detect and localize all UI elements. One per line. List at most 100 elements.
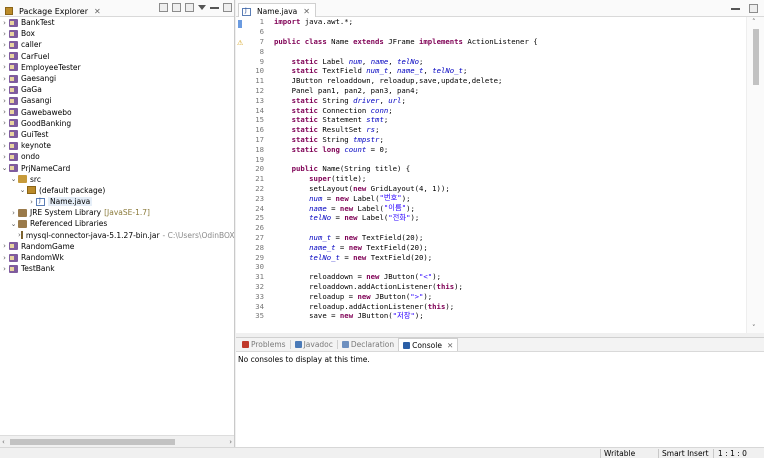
tree-item-banktest[interactable]: › BankTest — [0, 17, 234, 28]
tree-item-randomgame[interactable]: › RandomGame — [0, 241, 234, 252]
code-line[interactable]: 30 — [250, 262, 746, 272]
maximize-icon[interactable] — [223, 3, 232, 12]
code-line[interactable]: 9 static Label num, name, telNo; — [250, 56, 746, 66]
scroll-up-icon[interactable]: ˄ — [752, 18, 756, 26]
minimize-icon[interactable] — [210, 3, 219, 9]
code-line[interactable]: 12 Panel pan1, pan2, pan3, pan4; — [250, 86, 746, 96]
tree-item-carfuel[interactable]: › CarFuel — [0, 51, 234, 62]
code-line[interactable]: 17 static String tmpstr; — [250, 135, 746, 145]
code-line[interactable]: 24 name = new Label("이름"); — [250, 203, 746, 213]
tab-problems[interactable]: Problems — [238, 338, 290, 351]
code-line[interactable]: 15 static Statement stmt; — [250, 115, 746, 125]
minimize-icon[interactable] — [731, 4, 740, 10]
code-line[interactable]: 16 static ResultSet rs; — [250, 125, 746, 135]
chevron-right-icon[interactable]: › — [0, 242, 9, 250]
tab-console[interactable]: Console ✕ — [398, 338, 459, 351]
code-line[interactable]: 28 name_t = new TextField(20); — [250, 242, 746, 252]
code-line[interactable]: 14 static Connection conn; — [250, 105, 746, 115]
chevron-right-icon[interactable]: › — [0, 119, 9, 127]
code-line[interactable]: 34 reloadup.addActionListener(this); — [250, 301, 746, 311]
tree-item-referenced-libraries[interactable]: ⌄ Referenced Libraries — [0, 218, 234, 229]
tree-item-gawebawebo[interactable]: › Gawebawebo — [0, 107, 234, 118]
chevron-right-icon[interactable]: › — [0, 30, 9, 38]
tree-item-jre-library[interactable]: › JRE System Library [JavaSE-1.7] — [0, 207, 234, 218]
chevron-right-icon[interactable]: › — [0, 86, 9, 94]
horizontal-scrollbar[interactable]: ‹ › — [0, 435, 234, 447]
chevron-right-icon[interactable]: › — [0, 265, 9, 273]
scrollbar-thumb[interactable] — [753, 29, 759, 85]
code-line[interactable]: 8 — [250, 46, 746, 56]
scroll-right-icon[interactable]: › — [229, 438, 232, 446]
bookmark-marker[interactable] — [238, 20, 242, 28]
tree-item-name-java[interactable]: › Name.java — [0, 196, 234, 207]
scroll-left-icon[interactable]: ‹ — [2, 438, 5, 446]
tree-item-box[interactable]: › Box — [0, 28, 234, 39]
chevron-right-icon[interactable]: › — [0, 142, 9, 150]
code-line[interactable]: 22 setLayout(new GridLayout(4, 1)); — [250, 184, 746, 194]
editor-tab-name-java[interactable]: Name.java ✕ — [238, 3, 316, 17]
vertical-scrollbar[interactable]: ˄ ˅ — [746, 17, 764, 333]
chevron-right-icon[interactable]: › — [0, 254, 9, 262]
chevron-right-icon[interactable]: › — [27, 198, 36, 206]
tab-declaration[interactable]: Declaration — [338, 338, 398, 351]
code-line[interactable]: 25 telNo = new Label("전화"); — [250, 213, 746, 223]
code-line[interactable]: 27 num_t = new TextField(20); — [250, 233, 746, 243]
chevron-right-icon[interactable]: › — [0, 153, 9, 161]
code-line[interactable]: 26 — [250, 223, 746, 233]
link-with-editor-icon[interactable] — [172, 3, 181, 12]
focus-icon[interactable] — [185, 3, 194, 12]
chevron-right-icon[interactable]: › — [0, 63, 9, 71]
code-line[interactable]: 6 — [250, 27, 746, 37]
chevron-right-icon[interactable]: › — [0, 130, 9, 138]
chevron-right-icon[interactable]: › — [0, 52, 9, 60]
code-area[interactable]: 1 import java.awt.*; 6 7 public class Name e… — [250, 17, 746, 333]
package-explorer-tab[interactable]: Package Explorer ✕ — [2, 3, 106, 17]
tree-item-gaesangi[interactable]: › Gaesangi — [0, 73, 234, 84]
tree-item-gasangi[interactable]: › Gasangi — [0, 95, 234, 106]
tree-item-default-package[interactable]: ⌄ (default package) — [0, 185, 234, 196]
chevron-right-icon[interactable]: › — [0, 108, 9, 116]
code-line[interactable]: 31 reloaddown = new JButton("<"); — [250, 272, 746, 282]
tab-javadoc[interactable]: Javadoc — [291, 338, 337, 351]
scrollbar-thumb[interactable] — [10, 439, 175, 445]
code-line[interactable]: 19 — [250, 154, 746, 164]
scroll-down-icon[interactable]: ˅ — [752, 324, 756, 332]
tree-item-goodbanking[interactable]: › GoodBanking — [0, 118, 234, 129]
tree-item-src[interactable]: ⌄ src — [0, 174, 234, 185]
code-line[interactable]: 32 reloaddown.addActionListener(this); — [250, 282, 746, 292]
chevron-right-icon[interactable]: › — [0, 41, 9, 49]
maximize-icon[interactable] — [749, 4, 758, 13]
close-icon[interactable]: ✕ — [303, 7, 310, 16]
editor-ruler[interactable]: ⚠ — [236, 17, 250, 333]
code-line[interactable]: 33 reloadup = new JButton(">"); — [250, 291, 746, 301]
code-line[interactable]: 18 static long count = 0; — [250, 144, 746, 154]
collapse-all-icon[interactable] — [159, 3, 168, 12]
chevron-down-icon[interactable]: ⌄ — [0, 164, 9, 172]
warning-icon[interactable]: ⚠ — [237, 39, 243, 47]
chevron-right-icon[interactable]: › — [9, 209, 18, 217]
code-line[interactable]: 1 import java.awt.*; — [250, 17, 746, 27]
tree-item-employeetester[interactable]: › EmployeeTester — [0, 62, 234, 73]
tree-item-mysql-jar[interactable]: › mysql-connector-java-5.1.27-bin.jar - C:… — [0, 230, 234, 241]
chevron-right-icon[interactable]: › — [0, 19, 9, 27]
tree-item-prjnamecard[interactable]: ⌄ PrjNameCard — [0, 162, 234, 173]
close-icon[interactable]: ✕ — [447, 341, 453, 350]
close-icon[interactable]: ✕ — [94, 7, 101, 16]
code-line[interactable]: 20 public Name(String title) { — [250, 164, 746, 174]
code-line[interactable]: 11 JButton reloaddown, reloadup,save,upd… — [250, 76, 746, 86]
code-line[interactable]: 21 super (title); — [250, 174, 746, 184]
code-line[interactable]: 35 save = new JButton("저장"); — [250, 311, 746, 321]
tree-item-guitest[interactable]: › GuiTest — [0, 129, 234, 140]
chevron-right-icon[interactable]: › — [0, 75, 9, 83]
tree-item-keynote[interactable]: › keynote — [0, 140, 234, 151]
chevron-down-icon[interactable]: ⌄ — [9, 175, 18, 183]
tree-item-caller[interactable]: › caller — [0, 39, 234, 50]
chevron-right-icon[interactable]: › — [0, 97, 9, 105]
code-line[interactable]: 29 telNo_t = new TextField(20); — [250, 252, 746, 262]
chevron-down-icon[interactable]: ⌄ — [18, 186, 27, 194]
tree-item-gaga[interactable]: › GaGa — [0, 84, 234, 95]
view-menu-icon[interactable] — [198, 5, 206, 10]
code-line[interactable]: 23 num = new Label("번호"); — [250, 193, 746, 203]
code-line[interactable]: 13 static String driver, url; — [250, 95, 746, 105]
chevron-down-icon[interactable]: ⌄ — [9, 220, 18, 228]
